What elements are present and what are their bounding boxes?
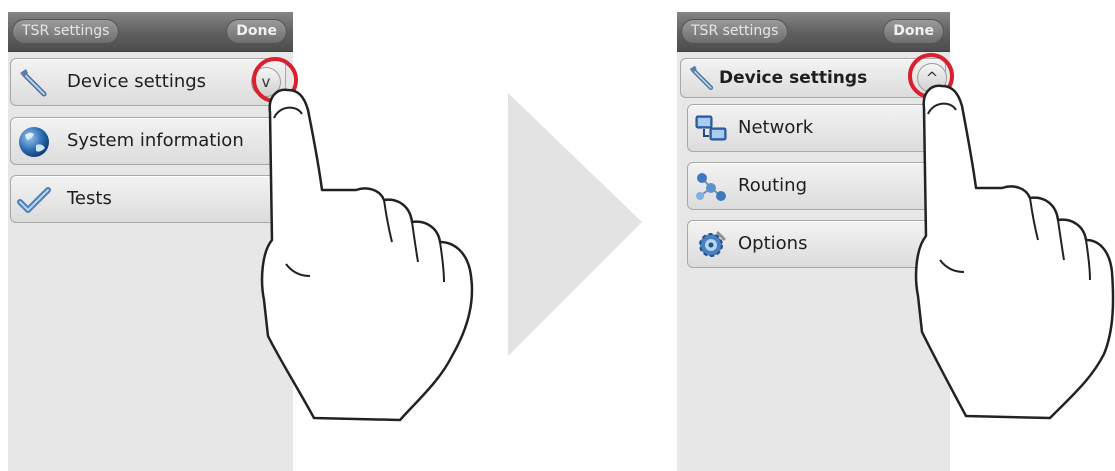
pointing-hand-icon	[914, 84, 1115, 420]
